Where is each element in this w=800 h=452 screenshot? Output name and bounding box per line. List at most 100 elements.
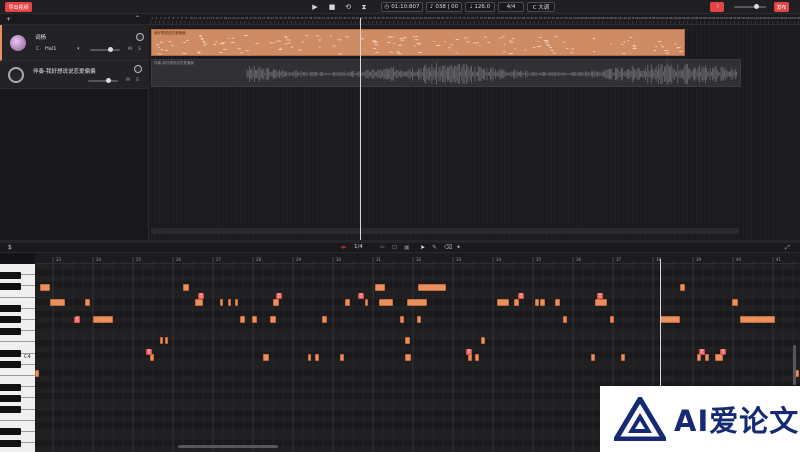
black-key[interactable] bbox=[0, 350, 21, 357]
split-icon[interactable]: ✂ bbox=[380, 244, 385, 251]
select-tool-icon[interactable]: ➤ bbox=[420, 244, 425, 251]
midi-note[interactable] bbox=[165, 337, 168, 344]
black-key[interactable] bbox=[0, 361, 21, 369]
loop-icon[interactable]: ⟲ bbox=[343, 2, 353, 12]
midi-note[interactable] bbox=[621, 354, 625, 361]
midi-note[interactable] bbox=[732, 299, 738, 306]
metronome-icon[interactable]: ⧗ bbox=[359, 2, 369, 12]
midi-note[interactable] bbox=[252, 316, 257, 323]
arrange-area[interactable]: 我好想说说恋爱偏偏 伴奏-我好想说说恋爱偏偏 bbox=[149, 25, 800, 240]
lyric-marker[interactable]: 音 bbox=[358, 293, 364, 299]
midi-note[interactable] bbox=[273, 299, 279, 306]
midi-note[interactable] bbox=[680, 284, 685, 291]
black-key[interactable] bbox=[0, 394, 21, 402]
time-signature-display[interactable]: 4/4 bbox=[498, 2, 524, 12]
mute-icon[interactable]: M bbox=[128, 47, 132, 52]
midi-note[interactable] bbox=[563, 316, 567, 323]
track-volume-thumb[interactable] bbox=[108, 47, 113, 52]
midi-note[interactable] bbox=[740, 316, 775, 323]
piano-roll-vertical-scrollbar[interactable] bbox=[793, 345, 796, 385]
midi-note[interactable] bbox=[705, 354, 709, 361]
midi-note[interactable] bbox=[183, 284, 189, 291]
midi-note[interactable] bbox=[365, 299, 368, 306]
midi-note[interactable] bbox=[93, 316, 113, 323]
export-video-button[interactable]: 导出视频 bbox=[5, 2, 32, 12]
midi-note[interactable] bbox=[240, 316, 245, 323]
master-volume-slider[interactable] bbox=[734, 4, 766, 9]
midi-note[interactable] bbox=[345, 299, 350, 306]
midi-note[interactable] bbox=[405, 337, 410, 344]
dollar-icon[interactable]: $ bbox=[8, 244, 12, 251]
master-volume-thumb[interactable] bbox=[754, 4, 759, 9]
black-key[interactable] bbox=[0, 327, 21, 335]
midi-note[interactable] bbox=[315, 354, 319, 361]
timeline-ruler[interactable]: 1 2 3 4 5 6 7 8 9 10 11 12 13 14 15 16 17 18 19 20 21 22 23 24 2… bbox=[149, 14, 800, 25]
mute-icon[interactable]: M bbox=[126, 78, 130, 83]
midi-note[interactable] bbox=[418, 284, 446, 291]
piano-roll-ruler[interactable]: 23 24 25 26 27 28 29 30 31 32 33 34 35 36 37 38 39 40 41 bbox=[35, 253, 800, 264]
lyric-marker[interactable]: 音 bbox=[699, 349, 705, 355]
midi-note[interactable] bbox=[235, 299, 238, 306]
solo-icon[interactable]: S bbox=[138, 47, 141, 52]
arrange-horizontal-scrollbar[interactable] bbox=[151, 228, 739, 234]
instrument-select[interactable]: Hal1 bbox=[45, 46, 56, 52]
midi-note[interactable] bbox=[535, 299, 539, 306]
quantize-select[interactable]: 1/4 bbox=[354, 244, 363, 250]
midi-note[interactable] bbox=[481, 337, 485, 344]
playhead[interactable] bbox=[360, 18, 361, 240]
midi-note[interactable] bbox=[540, 299, 545, 306]
merge-icon[interactable]: ⊡ bbox=[392, 244, 397, 251]
lyric-marker[interactable]: 音 bbox=[198, 293, 204, 299]
track-accompaniment[interactable]: 伴奏-我好想说说恋爱偏偏 M S bbox=[0, 61, 149, 89]
lyric-marker[interactable]: 音 bbox=[146, 349, 152, 355]
midi-note[interactable] bbox=[35, 370, 39, 377]
midi-note[interactable] bbox=[475, 354, 479, 361]
midi-note[interactable] bbox=[322, 316, 327, 323]
track-volume-thumb[interactable] bbox=[106, 78, 111, 83]
midi-note[interactable] bbox=[468, 354, 472, 361]
lyric-marker[interactable]: 音 bbox=[720, 349, 726, 355]
midi-note[interactable] bbox=[308, 354, 311, 361]
midi-note[interactable] bbox=[150, 354, 154, 361]
midi-note[interactable] bbox=[407, 299, 427, 306]
collapse-icon[interactable]: ⌃ bbox=[135, 15, 140, 22]
black-key[interactable] bbox=[0, 428, 21, 436]
track-volume-slider[interactable] bbox=[90, 47, 120, 52]
pencil-icon[interactable]: ✎ bbox=[432, 244, 437, 251]
black-key[interactable] bbox=[0, 406, 21, 413]
midi-note[interactable] bbox=[160, 337, 163, 344]
tempo-display[interactable]: ♩ 126.0 bbox=[465, 2, 495, 12]
midi-note[interactable] bbox=[555, 299, 560, 306]
chevron-down-icon[interactable]: ▾ bbox=[77, 46, 80, 52]
black-key[interactable] bbox=[0, 439, 21, 447]
lyric-marker[interactable]: 音 bbox=[276, 293, 282, 299]
lyric-marker[interactable]: 音 bbox=[518, 293, 524, 299]
midi-note[interactable] bbox=[270, 316, 276, 323]
stop-icon[interactable]: ■ bbox=[327, 2, 337, 12]
key-display[interactable]: C 大调 bbox=[527, 2, 555, 12]
audio-clip[interactable]: 伴奏-我好想说说恋爱偏偏 bbox=[151, 59, 741, 87]
midi-note[interactable] bbox=[660, 316, 680, 323]
midi-note[interactable] bbox=[715, 354, 723, 361]
solo-icon[interactable]: S bbox=[136, 78, 139, 83]
lyric-marker[interactable]: 音 bbox=[466, 349, 472, 355]
midi-note[interactable] bbox=[220, 299, 223, 306]
black-key[interactable] bbox=[0, 282, 21, 290]
black-key[interactable] bbox=[0, 316, 21, 324]
midi-note[interactable] bbox=[375, 284, 385, 291]
midi-note[interactable] bbox=[417, 316, 421, 323]
midi-note[interactable] bbox=[697, 354, 701, 361]
track-vocal[interactable]: 词杨 C· Hal1 ▾ M S bbox=[0, 25, 149, 61]
midi-note[interactable] bbox=[263, 354, 269, 361]
midi-note[interactable] bbox=[379, 299, 393, 306]
midi-note[interactable] bbox=[195, 299, 203, 306]
midi-note[interactable] bbox=[400, 316, 404, 323]
snap-icon[interactable]: ⇹ bbox=[341, 244, 346, 251]
eraser-icon[interactable]: ⌫ bbox=[444, 244, 452, 251]
midi-note[interactable] bbox=[610, 316, 614, 323]
expand-icon[interactable]: ⤢ bbox=[785, 244, 790, 252]
add-track-icon[interactable]: + bbox=[6, 16, 11, 23]
vocal-clip[interactable]: 我好想说说恋爱偏偏 bbox=[151, 29, 685, 56]
track-volume-slider[interactable] bbox=[88, 78, 118, 83]
midi-note[interactable] bbox=[228, 299, 231, 306]
